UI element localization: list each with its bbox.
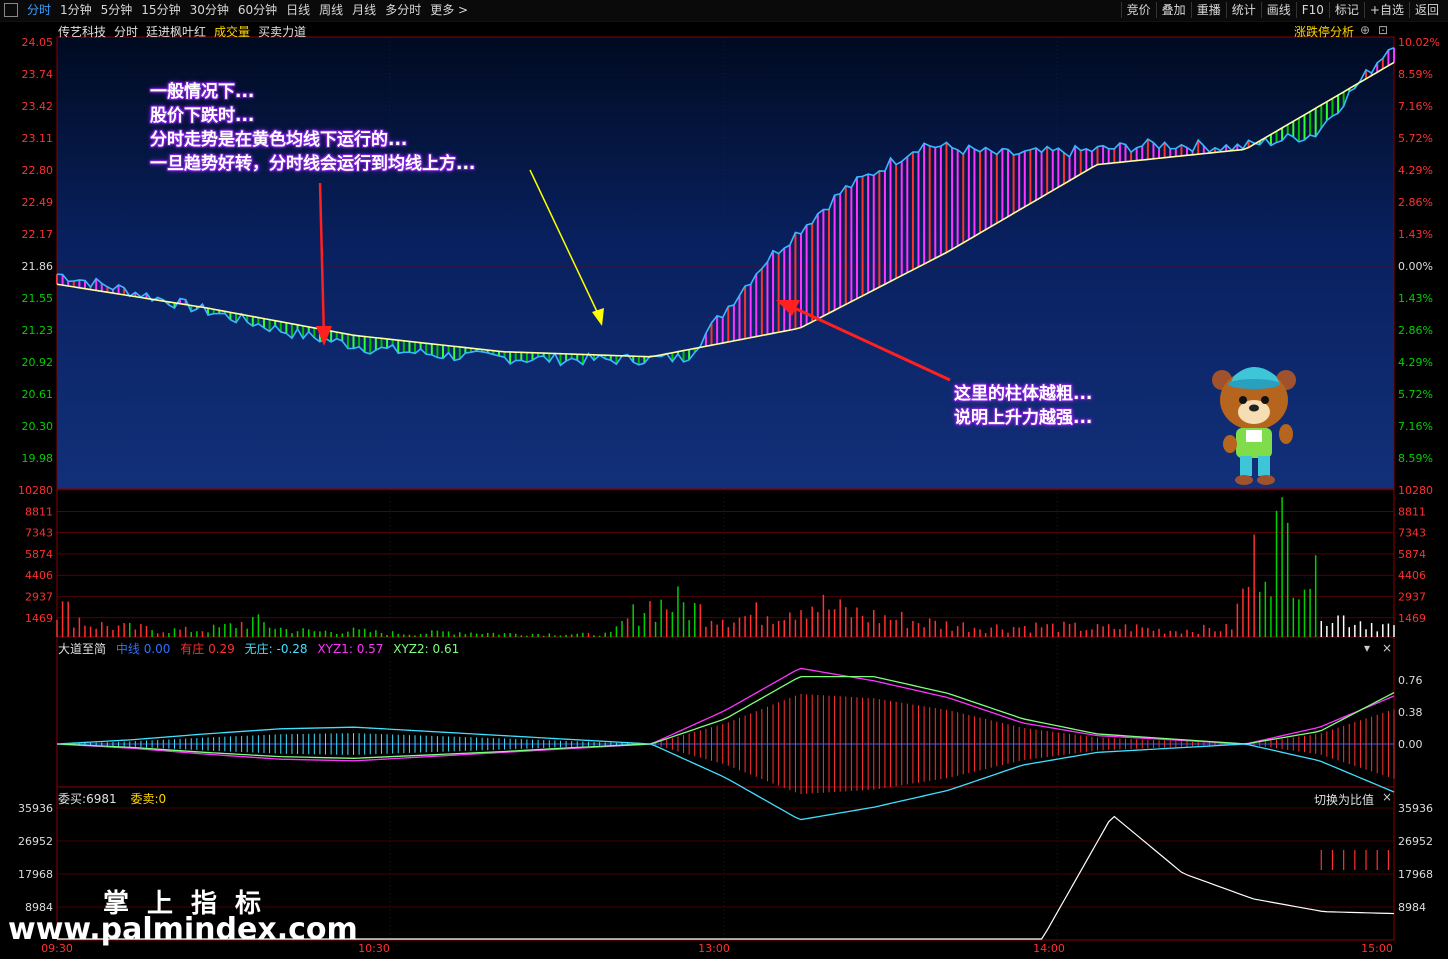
settings-icon[interactable]: ⊕ — [1360, 23, 1370, 37]
price-tick-left: 21.86 — [22, 260, 54, 273]
time-tick: 14:00 — [1033, 942, 1065, 955]
chart-header: 传艺科技 分时 廷进枫叶红 成交量 买卖力道 — [58, 23, 306, 40]
volume-tick-left: 8811 — [25, 505, 53, 518]
youzhuang-value: 0.29 — [208, 642, 235, 656]
price-tick-right: 4.29% — [1398, 164, 1433, 177]
time-tick: 15:00 — [1361, 942, 1393, 955]
price-tick-right: 7.16% — [1398, 100, 1433, 113]
stock-name: 传艺科技 — [58, 25, 107, 39]
order-tick-right: 35936 — [1398, 802, 1433, 815]
price-tick-right: 1.43% — [1398, 292, 1433, 305]
price-tick-right: 2.86% — [1398, 324, 1433, 337]
annotation-right: 这里的柱体越粗... 说明上升力越强... — [954, 382, 1092, 430]
price-tick-left: 21.55 — [22, 292, 54, 305]
price-tick-left: 20.92 — [22, 356, 54, 369]
buy-value: 6981 — [86, 792, 117, 806]
price-tick-right: 8.59% — [1398, 452, 1433, 465]
volume-tick-right: 4406 — [1398, 569, 1426, 582]
price-tick-right: 0.00% — [1398, 260, 1433, 273]
power-label[interactable]: 买卖力道 — [258, 23, 306, 40]
watermark-url: www.palmindex.com — [8, 912, 358, 947]
price-tick-right: 2.86% — [1398, 196, 1433, 209]
annotation-line: 这里的柱体越粗... — [954, 384, 1093, 404]
price-tick-right: 5.72% — [1398, 132, 1433, 145]
sell-value: 0 — [158, 792, 167, 806]
volume-tick-left: 10280 — [18, 484, 53, 497]
price-tick-left: 23.42 — [22, 100, 54, 113]
time-tick: 13:00 — [698, 942, 730, 955]
order-header: 委买:6981 委卖:0 — [58, 792, 167, 806]
volume-tick-right: 8811 — [1398, 505, 1426, 518]
xyz2-label: XYZ2 — [393, 642, 425, 656]
dropdown-icon[interactable]: ▾ — [1364, 641, 1370, 655]
volume-tick-right: 7343 — [1398, 527, 1426, 540]
annotation-top-left: 一般情况下... 股价下跌时... 分时走势是在黄色均线下运行的... 一旦趋势… — [150, 80, 475, 176]
youzhuang-label: 有庄 — [180, 642, 205, 656]
annotation-line: 股价下跌时... — [150, 106, 255, 126]
indicator-tick: 0.76 — [1398, 674, 1423, 687]
volume-tick-right: 5874 — [1398, 548, 1426, 561]
volume-tick-left: 4406 — [25, 569, 53, 582]
zhongxian-label: 中线 — [115, 642, 140, 656]
price-tick-left: 20.61 — [22, 388, 54, 401]
annotation-line: 一般情况下... — [150, 82, 255, 102]
price-tick-right: 7.16% — [1398, 420, 1433, 433]
indicator-tick: 0.38 — [1398, 706, 1423, 719]
price-tick-right: 5.72% — [1398, 388, 1433, 401]
order-tick-left: 17968 — [18, 868, 53, 881]
volume-tick-right: 10280 — [1398, 484, 1433, 497]
indicator-name[interactable]: 大道至简 — [58, 642, 106, 656]
order-tick-left: 26952 — [18, 835, 53, 848]
price-tick-left: 19.98 — [22, 452, 54, 465]
price-tick-right: 8.59% — [1398, 68, 1433, 81]
volume-label[interactable]: 成交量 — [214, 23, 250, 40]
price-tick-left: 21.23 — [22, 324, 54, 337]
price-tick-left: 20.30 — [22, 420, 54, 433]
annotation-line: 说明上升力越强... — [954, 408, 1093, 428]
close-order-icon[interactable]: × — [1382, 790, 1392, 804]
price-tick-left: 22.17 — [22, 228, 54, 241]
order-tick-right: 8984 — [1398, 901, 1426, 914]
xyz2-value: 0.61 — [432, 642, 460, 656]
panel-border — [56, 636, 1395, 788]
volume-tick-left: 7343 — [25, 527, 53, 540]
volume-tick-left: 5874 — [25, 548, 53, 561]
indicator-header: 大道至简 中线 0.00 有庄 0.29 无庄: -0.28 XYZ1: 0.5… — [58, 642, 460, 656]
order-tick-right: 26952 — [1398, 835, 1433, 848]
time-tick: 10:30 — [358, 942, 390, 955]
volume-tick-right: 2937 — [1398, 591, 1426, 604]
price-tick-left: 24.05 — [22, 36, 54, 49]
zhongxian-value: 0.00 — [143, 642, 171, 656]
price-tick-left: 22.49 — [22, 196, 54, 209]
close-indicator-icon[interactable]: × — [1382, 641, 1392, 655]
price-tick-left: 22.80 — [22, 164, 54, 177]
price-tick-left: 23.74 — [22, 68, 54, 81]
close-icon[interactable]: ⊡ — [1378, 23, 1388, 37]
xyz2-line — [56, 675, 1395, 759]
order-tick-right: 17968 — [1398, 868, 1433, 881]
price-tick-right: 10.02% — [1398, 36, 1440, 49]
price-tick-right: 4.29% — [1398, 356, 1433, 369]
order-tick-left: 35936 — [18, 802, 53, 815]
price-tick-right: 1.43% — [1398, 228, 1433, 241]
switch-ratio-button[interactable]: 切换为比值 — [1314, 791, 1374, 808]
annotation-line: 分时走势是在黄色均线下运行的... — [150, 130, 408, 150]
price-tick-left: 23.11 — [22, 132, 54, 145]
xyz1-label: XYZ1 — [317, 642, 349, 656]
annotation-line: 一旦趋势好转，分时线会运行到均线上方... — [150, 154, 476, 174]
indicator-label[interactable]: 廷进枫叶红 — [146, 23, 206, 40]
wuzhuang-value: -0.28 — [276, 642, 308, 656]
volume-tick-left: 1469 — [25, 612, 53, 625]
sell-label: 委卖 — [130, 792, 155, 806]
mode-label[interactable]: 分时 — [114, 23, 138, 40]
xyz1-value: 0.57 — [356, 642, 384, 656]
indicator-tick: 0.00 — [1398, 738, 1423, 751]
volume-tick-left: 2937 — [25, 591, 53, 604]
wuzhuang-label: 无庄 — [244, 642, 269, 656]
volume-tick-right: 1469 — [1398, 612, 1426, 625]
limit-analysis-button[interactable]: 涨跌停分析 — [1294, 23, 1354, 40]
buy-label: 委买 — [58, 792, 83, 806]
